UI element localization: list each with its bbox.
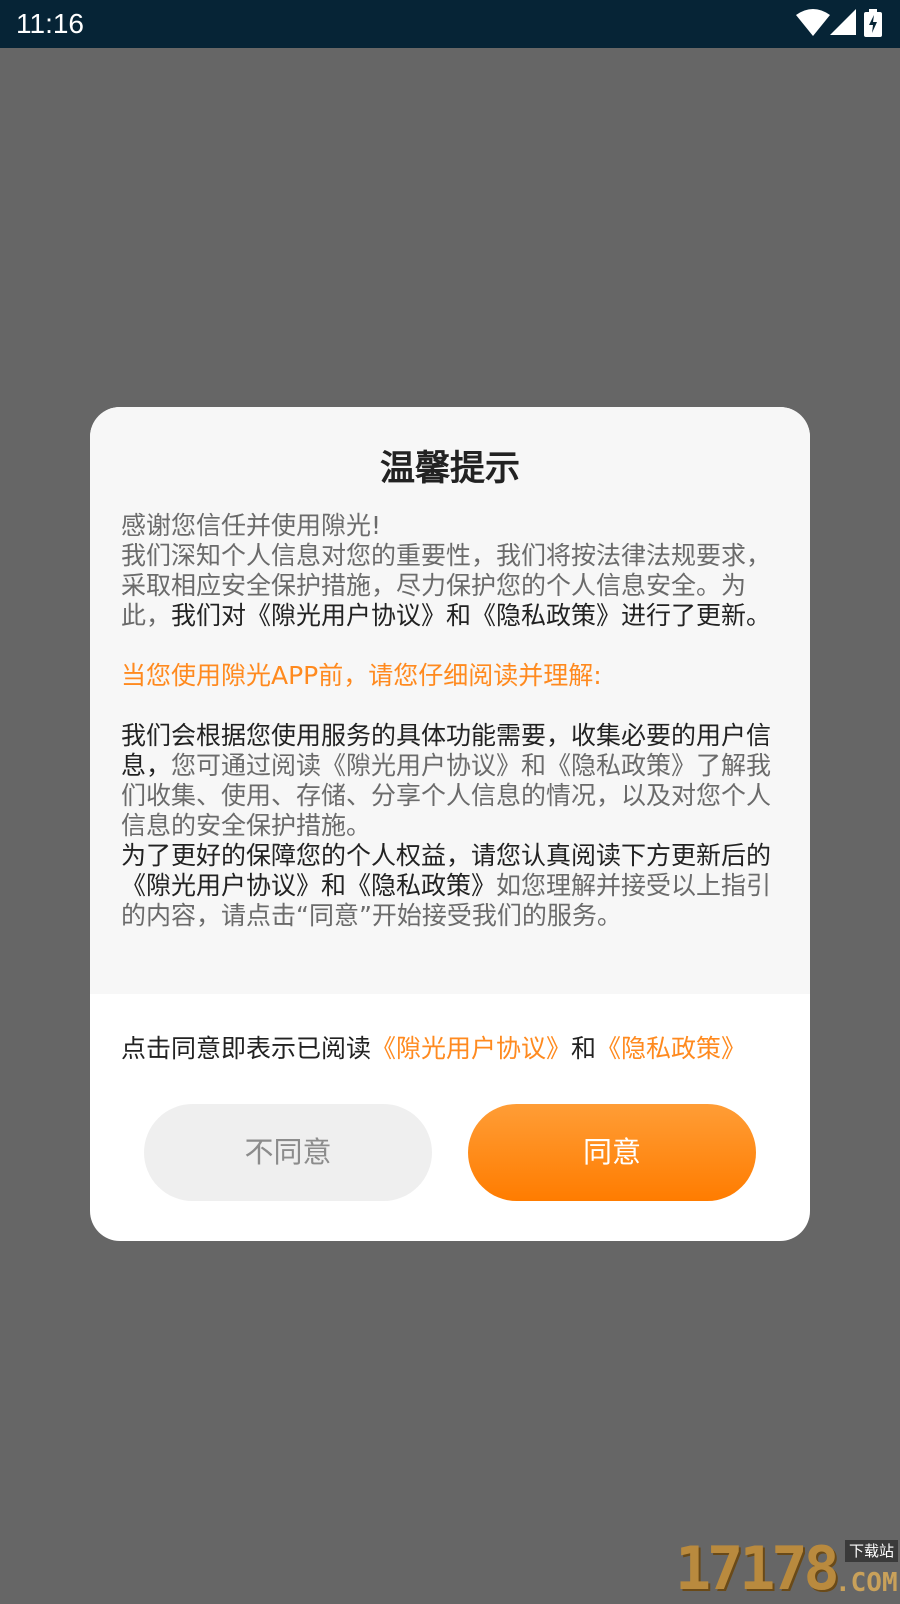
privacy-dialog: 温馨提示 感谢您信任并使用隙光! 我们深知个人信息对您的重要性，我们将按法律法规… bbox=[90, 407, 810, 1241]
dialog-body[interactable]: 感谢您信任并使用隙光! 我们深知个人信息对您的重要性，我们将按法律法规要求，采取… bbox=[121, 511, 779, 931]
status-time: 11:16 bbox=[16, 8, 84, 39]
dialog-title: 温馨提示 bbox=[379, 449, 520, 489]
wifi-icon bbox=[796, 9, 830, 36]
agree-statement: 点击同意即表示已阅读《隙光用户协议》和《隐私政策》 bbox=[121, 1032, 791, 1066]
watermark-logo: 17178 下载站 .COM bbox=[675, 1538, 900, 1600]
status-bar: 11:16 bbox=[0, 0, 900, 48]
user-agreement-link[interactable]: 《隙光用户协议》 bbox=[371, 1034, 571, 1063]
intro-line: 感谢您信任并使用隙光! bbox=[121, 511, 382, 540]
dialog-content-area: 温馨提示 感谢您信任并使用隙光! 我们深知个人信息对您的重要性，我们将按法律法规… bbox=[90, 407, 810, 994]
watermark-sub: 下载站 bbox=[845, 1540, 899, 1562]
update-text-emphasis: 我们对《隙光用户协议》和《隐私政策》进行了更新。 bbox=[171, 601, 772, 630]
privacy-policy-link[interactable]: 《隐私政策》 bbox=[596, 1034, 746, 1063]
cell-signal-icon bbox=[830, 9, 856, 35]
agree-prefix: 点击同意即表示已阅读 bbox=[121, 1034, 372, 1063]
watermark-number: 17178 bbox=[675, 1534, 840, 1604]
update-paragraph: 我们深知个人信息对您的重要性，我们将按法律法规要求，采取相应安全保护措施，尽力保… bbox=[121, 541, 779, 631]
collection-paragraph: 我们会根据您使用服务的具体功能需要，收集必要的用户信息，您可通过阅读《隙光用户协… bbox=[121, 721, 779, 841]
agree-and: 和 bbox=[571, 1034, 597, 1063]
collection-text: 您可通过阅读《隙光用户协议》和《隐私政策》了解我们收集、使用、存储、分享个人信息… bbox=[121, 751, 772, 840]
battery-charging-icon bbox=[864, 9, 882, 37]
agree-button[interactable]: 同意 bbox=[468, 1104, 756, 1201]
rights-paragraph: 为了更好的保障您的个人权益，请您认真阅读下方更新后的《隙光用户协议》和《隐私政策… bbox=[121, 841, 779, 931]
read-notice: 当您使用隙光APP前，请您仔细阅读并理解: bbox=[121, 661, 602, 690]
decline-button[interactable]: 不同意 bbox=[144, 1104, 432, 1201]
watermark-com: .COM bbox=[835, 1568, 898, 1598]
